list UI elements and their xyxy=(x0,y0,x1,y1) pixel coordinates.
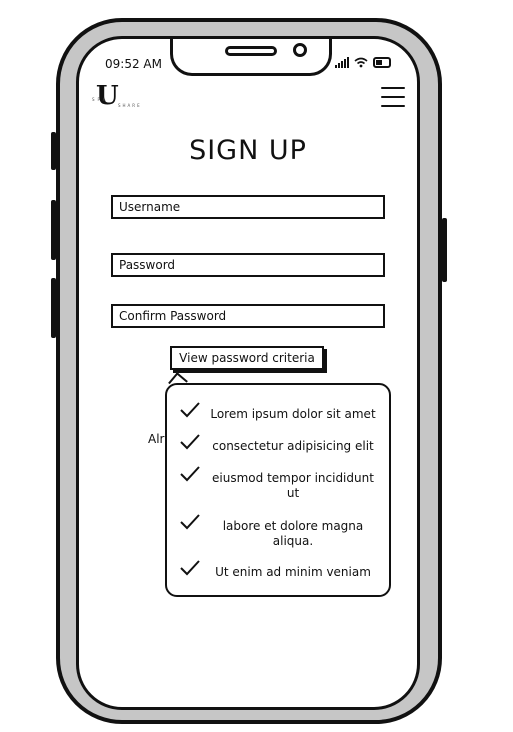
signal-icon xyxy=(335,57,349,68)
app-logo: U SPA SHARE xyxy=(90,81,150,113)
camera-icon xyxy=(293,43,307,57)
username-input[interactable] xyxy=(111,195,385,219)
criteria-text: Lorem ipsum dolor sit amet xyxy=(210,407,376,421)
wifi-icon xyxy=(354,57,368,68)
page-title: SIGN UP xyxy=(189,135,307,166)
logo-letter: U xyxy=(96,81,119,111)
speaker-icon xyxy=(225,46,277,56)
check-icon xyxy=(180,466,200,482)
check-icon xyxy=(180,560,200,576)
status-time: 09:52 AM xyxy=(105,57,162,71)
password-criteria-popover: Lorem ipsum dolor sit amet consectetur a… xyxy=(165,383,391,597)
logo-subtitle-top: SPA xyxy=(92,97,109,102)
battery-icon xyxy=(373,57,391,68)
side-button-right xyxy=(442,218,447,282)
check-icon xyxy=(180,514,200,530)
status-icons xyxy=(335,57,391,68)
phone-screen: 09:52 AM U SPA SHARE SIGN UP View passwo… xyxy=(76,36,420,710)
hamburger-menu-icon[interactable] xyxy=(381,87,405,107)
password-input[interactable] xyxy=(111,253,385,277)
notch xyxy=(170,39,332,76)
side-button-left-2 xyxy=(51,200,56,260)
check-icon xyxy=(180,434,200,450)
confirm-password-input[interactable] xyxy=(111,304,385,328)
criteria-text: consectetur adipisicing elit xyxy=(212,439,374,453)
side-button-left-3 xyxy=(51,278,56,338)
criteria-text: labore et dolore magna aliqua. xyxy=(222,519,364,548)
check-icon xyxy=(180,402,200,418)
view-password-criteria-button[interactable]: View password criteria xyxy=(170,346,324,370)
side-button-left-1 xyxy=(51,132,56,170)
criteria-text: Ut enim ad minim veniam xyxy=(215,565,371,579)
already-account-text: Alr xyxy=(148,432,165,446)
criteria-text: eiusmod tempor incididunt ut xyxy=(212,471,374,500)
logo-subtitle-bottom: SHARE xyxy=(118,103,142,108)
